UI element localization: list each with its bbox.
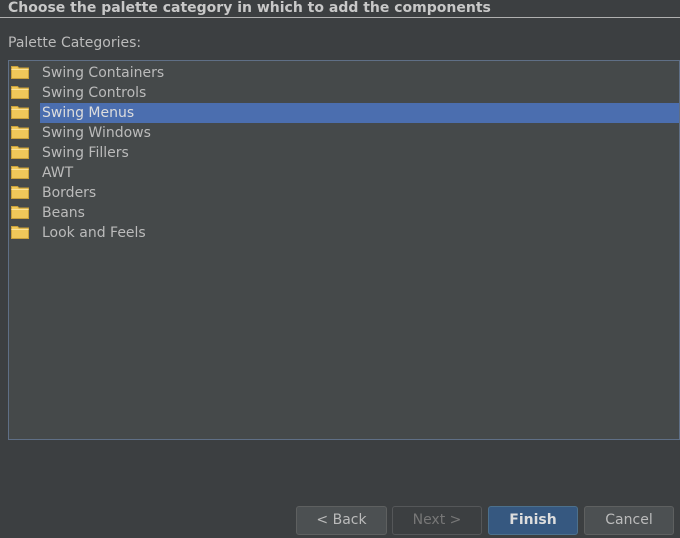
tree-item-label: Borders xyxy=(42,185,97,201)
next-button[interactable]: Next > xyxy=(392,506,482,535)
tree-item-label: Beans xyxy=(42,205,85,221)
tree-item-awt[interactable]: AWT xyxy=(9,163,679,183)
tree-item-look-and-feels[interactable]: Look and Feels xyxy=(9,223,679,243)
folder-icon xyxy=(11,106,29,119)
tree-item-beans[interactable]: Beans xyxy=(9,203,679,223)
tree-item-label: Swing Menus xyxy=(40,103,679,123)
tree-item-label: Swing Fillers xyxy=(42,145,129,161)
folder-icon xyxy=(11,86,29,99)
tree-item-label: Swing Controls xyxy=(42,85,147,101)
folder-icon xyxy=(11,166,29,179)
palette-categories-label: Palette Categories: xyxy=(8,35,142,51)
tree-item-label: Swing Containers xyxy=(42,65,165,81)
folder-icon xyxy=(11,206,29,219)
tree-item-swing-containers[interactable]: Swing Containers xyxy=(9,63,679,83)
folder-icon xyxy=(11,186,29,199)
header-separator xyxy=(0,17,680,18)
tree-item-label: Look and Feels xyxy=(42,225,146,241)
finish-button[interactable]: Finish xyxy=(488,506,578,535)
tree-item-borders[interactable]: Borders xyxy=(9,183,679,203)
cancel-button[interactable]: Cancel xyxy=(584,506,674,535)
folder-icon xyxy=(11,66,29,79)
folder-icon xyxy=(11,146,29,159)
tree-item-swing-fillers[interactable]: Swing Fillers xyxy=(9,143,679,163)
tree-item-label: AWT xyxy=(42,165,74,181)
tree-item-swing-windows[interactable]: Swing Windows xyxy=(9,123,679,143)
tree-item-swing-controls[interactable]: Swing Controls xyxy=(9,83,679,103)
tree-item-label: Swing Windows xyxy=(42,125,151,141)
wizard-step-title: Choose the palette category in which to … xyxy=(8,0,491,16)
tree-item-swing-menus[interactable]: Swing Menus xyxy=(9,103,679,123)
folder-icon xyxy=(11,226,29,239)
palette-category-tree[interactable]: Swing Containers Swing Controls Swing Me… xyxy=(8,60,680,440)
back-button[interactable]: < Back xyxy=(296,506,387,535)
folder-icon xyxy=(11,126,29,139)
